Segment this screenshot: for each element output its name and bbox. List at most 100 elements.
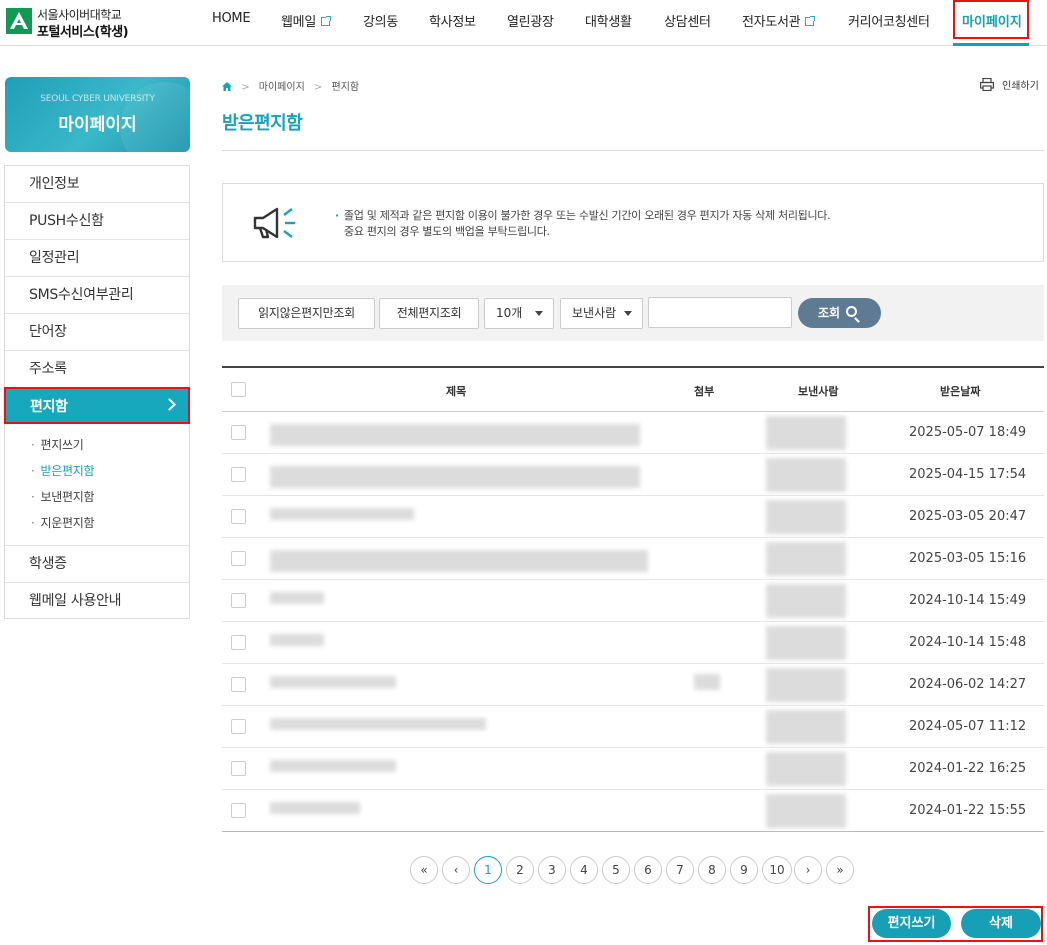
nav-webmail[interactable]: 웹메일: [281, 11, 331, 30]
sidebar-item-webmail-guide[interactable]: 웹메일 사용안내: [5, 583, 189, 620]
received-date: 2024-01-22 16:25: [909, 761, 1027, 776]
redacted-subject[interactable]: [270, 718, 486, 730]
redacted-subject[interactable]: [270, 760, 396, 772]
sidebar-item-student-id[interactable]: 학생증: [5, 546, 189, 583]
table-row[interactable]: 2025-04-15 17:54: [222, 454, 1044, 496]
all-letters-button[interactable]: 전체편지조회: [379, 298, 479, 329]
row-checkbox[interactable]: [231, 635, 246, 650]
nav-academic-info[interactable]: 학사정보: [429, 11, 476, 30]
table-row[interactable]: 2024-01-22 16:25: [222, 748, 1044, 790]
nav-active-underline: [953, 43, 1029, 46]
redacted-subject[interactable]: [270, 592, 324, 604]
select-all-checkbox[interactable]: [231, 382, 246, 397]
nav-home[interactable]: HOME: [212, 11, 251, 29]
sidebar-item-mailbox-label: 편지함: [30, 399, 68, 415]
table-row[interactable]: 2025-05-07 18:49: [222, 412, 1044, 454]
redacted-subject[interactable]: [270, 802, 360, 814]
row-checkbox[interactable]: [231, 467, 246, 482]
row-checkbox[interactable]: [231, 425, 246, 440]
sidebar-item-personal-info[interactable]: 개인정보: [5, 166, 189, 203]
page-number-button[interactable]: 5: [602, 856, 630, 884]
search-button[interactable]: 조회: [798, 298, 881, 328]
page-number-button[interactable]: 9: [730, 856, 758, 884]
received-date: 2024-10-14 15:48: [909, 635, 1027, 650]
redacted-sender: [766, 626, 846, 660]
row-checkbox[interactable]: [231, 803, 246, 818]
redacted-subject[interactable]: [270, 466, 640, 488]
row-checkbox[interactable]: [231, 593, 246, 608]
row-checkbox[interactable]: [231, 677, 246, 692]
external-link-icon: [805, 16, 816, 26]
nav-e-library[interactable]: 전자도서관: [742, 11, 816, 30]
page-number-button[interactable]: 10: [762, 856, 792, 884]
notice-box: 졸업 및 제적과 같은 편지함 이용이 불가한 경우 또는 수발신 기간이 오래…: [222, 183, 1044, 262]
nav-campus-life[interactable]: 대학생활: [585, 11, 632, 30]
received-date: 2024-10-14 15:49: [909, 593, 1027, 608]
delete-button[interactable]: 삭제: [961, 909, 1041, 938]
redacted-subject[interactable]: [270, 508, 414, 520]
write-letter-button[interactable]: 편지쓰기: [872, 909, 951, 938]
submenu-write-letter[interactable]: 편지쓰기: [31, 436, 84, 453]
table-row[interactable]: 2024-10-14 15:49: [222, 580, 1044, 622]
top-header: 서울사이버대학교 포털서비스(학생) HOME 웹메일 강의동 학사정보 열린광…: [0, 0, 1047, 46]
sidebar-item-schedule[interactable]: 일정관리: [5, 240, 189, 277]
external-link-icon: [320, 16, 331, 26]
table-row[interactable]: 2025-03-05 15:16: [222, 538, 1044, 580]
sidebar-item-sms-settings[interactable]: SMS수신여부관리: [5, 277, 189, 314]
redacted-subject[interactable]: [270, 676, 396, 688]
submenu-inbox[interactable]: 받은편지함: [31, 462, 95, 479]
redacted-subject[interactable]: [270, 424, 640, 446]
page-number-button[interactable]: 3: [538, 856, 566, 884]
nav-lecture[interactable]: 강의동: [363, 11, 398, 30]
nav-open-square[interactable]: 열린광장: [507, 11, 554, 30]
page-first-button[interactable]: «: [410, 856, 438, 884]
row-checkbox[interactable]: [231, 551, 246, 566]
home-icon[interactable]: [222, 82, 232, 91]
table-row[interactable]: 2024-01-22 15:55: [222, 790, 1044, 832]
nav-career-center[interactable]: 커리어코칭센터: [848, 11, 930, 30]
table-row[interactable]: 2024-06-02 14:27: [222, 664, 1044, 706]
row-checkbox[interactable]: [231, 761, 246, 776]
sidebar-item-push-inbox[interactable]: PUSH수신함: [5, 203, 189, 240]
redacted-subject[interactable]: [270, 634, 324, 646]
redacted-attachment[interactable]: [694, 674, 720, 690]
unread-only-button[interactable]: 읽지않은편지만조회: [238, 298, 375, 329]
page-number-button[interactable]: 1: [474, 856, 502, 884]
search-field-select[interactable]: 보낸사람: [560, 298, 643, 329]
sidebar-item-mailbox[interactable]: 편지함: [4, 387, 190, 424]
breadcrumb-separator: >: [241, 82, 250, 93]
page-number-button[interactable]: 4: [570, 856, 598, 884]
received-date: 2024-01-22 15:55: [909, 803, 1027, 818]
page-next-button[interactable]: ›: [794, 856, 822, 884]
print-button[interactable]: 인쇄하기: [980, 77, 1039, 92]
page-number-button[interactable]: 8: [698, 856, 726, 884]
title-divider: [222, 150, 1044, 151]
nav-mypage[interactable]: 마이페이지: [962, 11, 1022, 30]
page-last-button[interactable]: »: [826, 856, 854, 884]
logo-portal-name: 포털서비스(학생): [37, 25, 129, 40]
sidebar-item-vocabulary[interactable]: 단어장: [5, 314, 189, 351]
mailbox-submenu: 편지쓰기 받은편지함 보낸편지함 지운편지함: [5, 424, 189, 546]
search-input[interactable]: [648, 297, 792, 328]
print-label: 인쇄하기: [1002, 81, 1039, 92]
table-row[interactable]: 2025-03-05 20:47: [222, 496, 1044, 538]
portal-logo[interactable]: 서울사이버대학교 포털서비스(학생): [6, 6, 156, 40]
redacted-subject[interactable]: [270, 550, 648, 572]
table-row[interactable]: 2024-10-14 15:48: [222, 622, 1044, 664]
table-row[interactable]: 2024-05-07 11:12: [222, 706, 1044, 748]
sidebar-item-address-book[interactable]: 주소록: [5, 351, 189, 388]
page-size-select[interactable]: 10개: [484, 298, 554, 329]
breadcrumb: > 마이페이지 > 편지함: [222, 78, 359, 93]
submenu-deleted[interactable]: 지운편지함: [31, 514, 95, 531]
row-checkbox[interactable]: [231, 719, 246, 734]
page-number-button[interactable]: 2: [506, 856, 534, 884]
breadcrumb-mypage[interactable]: 마이페이지: [259, 82, 305, 93]
nav-counseling[interactable]: 상담센터: [664, 11, 711, 30]
submenu-sent[interactable]: 보낸편지함: [31, 488, 95, 505]
search-field-value: 보낸사람: [572, 306, 617, 320]
row-checkbox[interactable]: [231, 509, 246, 524]
page-number-button[interactable]: 7: [666, 856, 694, 884]
breadcrumb-mailbox[interactable]: 편지함: [332, 82, 360, 93]
page-prev-button[interactable]: ‹: [442, 856, 470, 884]
page-number-button[interactable]: 6: [634, 856, 662, 884]
